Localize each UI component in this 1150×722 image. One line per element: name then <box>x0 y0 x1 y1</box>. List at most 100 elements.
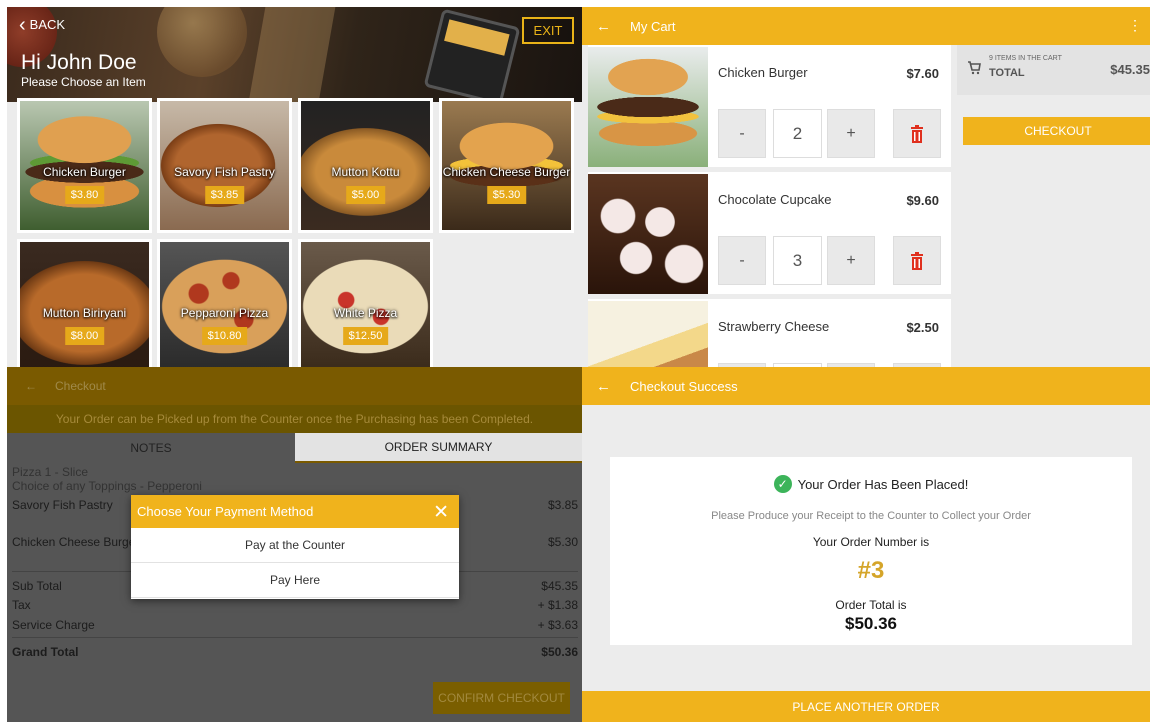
price-badge: $3.80 <box>64 186 105 204</box>
cart-item-name: Strawberry Cheese <box>718 319 830 334</box>
phone-image <box>423 8 521 106</box>
pay-here-option[interactable]: Pay Here <box>131 563 459 598</box>
page-title: Checkout Success <box>630 378 738 394</box>
divider <box>12 637 578 638</box>
menu-item-pepparoni-pizza[interactable]: Pepparoni Pizza $10.80 <box>157 239 292 367</box>
back-arrow-icon[interactable]: ← <box>596 18 616 35</box>
price-badge: $8.00 <box>64 327 105 345</box>
grand-total-label: Grand Total <box>12 645 79 659</box>
menu-item-name: Chicken Burger <box>43 165 126 179</box>
price-badge: $5.30 <box>486 186 527 204</box>
menu-header: ‹ BACK EXIT Hi John Doe Please Choose an… <box>7 7 582 106</box>
food-image <box>160 242 289 367</box>
cart-summary: 9 ITEMS IN THE CART TOTAL $45.35 <box>957 45 1150 95</box>
food-image <box>588 47 708 167</box>
order-number: #3 <box>857 557 885 584</box>
order-placed-text: Your Order Has Been Placed! <box>797 476 969 492</box>
delete-icon[interactable] <box>893 109 941 158</box>
increase-qty-button[interactable]: + <box>827 236 875 285</box>
close-icon[interactable]: ✕ <box>433 501 449 524</box>
service-charge-value: + $3.63 <box>537 618 578 632</box>
price-badge: $10.80 <box>201 327 248 345</box>
increase-qty-button[interactable]: + <box>827 109 875 158</box>
tax-label: Tax <box>12 598 31 612</box>
decrease-qty-button[interactable]: - <box>718 236 766 285</box>
cart-item-name: Chicken Burger <box>718 65 808 80</box>
service-charge-row: Service Charge + $3.63 <box>12 618 578 632</box>
tab-notes[interactable]: NOTES <box>7 433 295 463</box>
cart-screen: ← My Cart ⋮ Chicken Burger $7.60 - 2 + C… <box>582 7 1150 367</box>
food-image <box>588 301 708 367</box>
order-line-name: Savory Fish Pastry <box>12 498 113 512</box>
price-badge: $12.50 <box>342 327 389 345</box>
order-total: $50.36 <box>845 614 897 633</box>
menu-item-mutton-kottu[interactable]: Mutton Kottu $5.00 <box>298 98 433 233</box>
qty-value: 3 <box>773 236 822 285</box>
order-total-label: Order Total is <box>835 598 907 612</box>
pickup-notice: Your Order can be Picked up from the Cou… <box>7 405 582 433</box>
checkout-success-screen: ← Checkout Success ✓ Your Order Has Been… <box>582 367 1150 722</box>
menu-item-chicken-cheese-burger[interactable]: Chicken Cheese Burger $5.30 <box>439 98 574 233</box>
order-placed-line: ✓ Your Order Has Been Placed! <box>610 475 1132 493</box>
pay-at-counter-option[interactable]: Pay at the Counter <box>131 528 459 563</box>
checkout-screen: ← Checkout Your Order can be Picked up f… <box>7 367 582 722</box>
cart-item-name: Chocolate Cupcake <box>718 192 832 207</box>
items-count: 9 ITEMS IN THE CART <box>989 55 1062 62</box>
cart-item: Strawberry Cheese $2.50 <box>588 299 951 367</box>
order-confirmation-card: ✓ Your Order Has Been Placed! Please Pro… <box>610 457 1132 645</box>
page-title: My Cart <box>630 18 676 34</box>
place-another-order-button[interactable]: PLACE ANOTHER ORDER <box>582 691 1150 722</box>
menu-item-name: Mutton Biriryani <box>42 306 127 320</box>
header-photo-decoration <box>248 7 336 102</box>
checkout-tabs: NOTES ORDER SUMMARY <box>7 433 582 463</box>
order-line-price: $5.30 <box>547 535 578 549</box>
decrease-qty-button[interactable]: - <box>718 109 766 158</box>
confirm-checkout-button[interactable]: CONFIRM CHECKOUT <box>433 682 570 714</box>
cart-item-price: $7.60 <box>906 66 939 81</box>
menu-item-name: Savory Fish Pastry <box>174 165 275 179</box>
back-label: BACK <box>29 17 66 32</box>
cart-total: $45.35 <box>1110 62 1150 77</box>
tab-order-summary[interactable]: ORDER SUMMARY <box>295 433 582 463</box>
order-line-note: Pizza 1 - Slice <box>12 465 89 479</box>
trash-icon <box>911 251 923 270</box>
menu-screen: ‹ BACK EXIT Hi John Doe Please Choose an… <box>7 7 582 367</box>
greeting: Hi John Doe <box>21 51 137 74</box>
cart-item-price: $2.50 <box>906 320 939 335</box>
dialog-header: Choose Your Payment Method ✕ <box>131 495 459 528</box>
price-badge: $3.85 <box>204 186 245 204</box>
app-collage: ‹ BACK EXIT Hi John Doe Please Choose an… <box>0 0 1150 722</box>
grand-total-row: Grand Total $50.36 <box>12 645 578 659</box>
back-arrow-icon[interactable]: ← <box>596 378 616 395</box>
exit-button[interactable]: EXIT <box>522 17 574 44</box>
check-circle-icon: ✓ <box>773 475 792 493</box>
food-image <box>588 174 708 294</box>
receipt-instruction: Please Produce your Receipt to the Count… <box>711 510 1031 522</box>
menu-item-white-pizza[interactable]: White Pizza $12.50 <box>298 239 433 367</box>
qty-value: 2 <box>773 109 822 158</box>
menu-item-name: Pepparoni Pizza <box>180 306 269 320</box>
back-arrow-icon[interactable]: ← <box>25 379 45 393</box>
order-line-note: Choice of any Toppings - Pepperoni <box>12 479 202 493</box>
overflow-menu-icon[interactable]: ⋮ <box>1128 17 1142 34</box>
tax-row: Tax + $1.38 <box>12 598 578 612</box>
subtotal-label: Sub Total <box>12 579 62 593</box>
checkout-app-bar: ← Checkout <box>7 367 582 405</box>
back-button[interactable]: ‹ BACK <box>19 15 66 35</box>
food-image <box>20 242 149 367</box>
dialog-title: Choose Your Payment Method <box>137 504 314 519</box>
menu-item-mutton-biriryani[interactable]: Mutton Biriryani $8.00 <box>17 239 152 367</box>
order-line-price: $3.85 <box>547 498 578 512</box>
tax-value: + $1.38 <box>537 598 578 612</box>
cart-item: Chocolate Cupcake $9.60 - 3 + <box>588 172 951 296</box>
menu-item-chicken-burger[interactable]: Chicken Burger $3.80 <box>17 98 152 233</box>
header-photo-decoration <box>157 7 247 77</box>
order-number-label: Your Order Number is <box>812 535 930 549</box>
checkout-button[interactable]: CHECKOUT <box>963 117 1150 145</box>
delete-icon[interactable] <box>893 236 941 285</box>
menu-item-savory-fish-pastry[interactable]: Savory Fish Pastry $3.85 <box>157 98 292 233</box>
cart-item-price: $9.60 <box>906 193 939 208</box>
order-line-name: Chicken Cheese Burger <box>12 535 140 549</box>
trash-icon <box>911 124 923 143</box>
menu-item-name: Chicken Cheese Burger <box>442 165 571 179</box>
